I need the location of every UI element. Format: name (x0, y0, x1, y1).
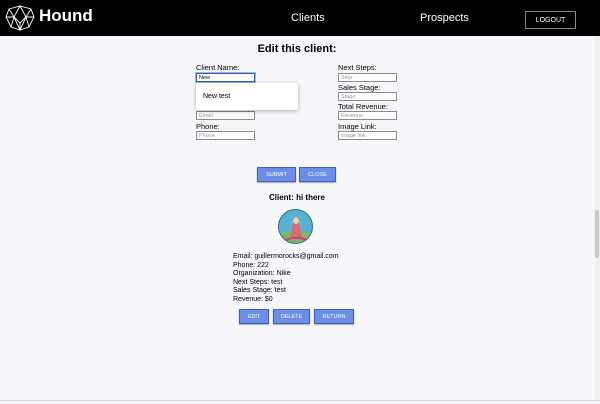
next-steps-label: Next Steps: (338, 63, 377, 72)
email-input[interactable] (196, 111, 255, 120)
client-email: Email: guillermorocks@gmail.com (233, 253, 339, 260)
client-revenue: Revenue: $0 (233, 295, 273, 303)
nav-clients-link[interactable]: Clients (291, 12, 325, 24)
autocomplete-dropdown: New test (196, 83, 298, 110)
nav-prospects-link[interactable]: Prospects (420, 12, 469, 24)
bottom-divider (0, 400, 600, 401)
edit-form-title: Edit this client: (257, 43, 337, 55)
phone-input[interactable] (196, 131, 255, 140)
return-button[interactable]: RETURN (314, 309, 354, 324)
client-title: Client: hi there (268, 193, 325, 202)
scrollbar-thumb[interactable] (595, 210, 599, 258)
top-navbar: Hound Clients Prospects LOGOUT (0, 0, 600, 36)
client-sales-stage: Sales Stage: test (233, 287, 286, 295)
client-name-input[interactable] (196, 73, 255, 82)
avatar-illustration-icon (279, 210, 312, 243)
brand-name[interactable]: Hound (39, 6, 93, 26)
phone-label: Phone: (196, 122, 220, 131)
client-details: Email: guillermorocks@gmail.com Phone: 2… (233, 253, 339, 305)
next-steps-input[interactable] (338, 73, 397, 82)
client-next-steps: Next Steps: test (233, 278, 283, 286)
submit-button[interactable]: SUBMIT (257, 167, 296, 182)
client-name-label: Client Name: (196, 63, 240, 72)
delete-button[interactable]: DELETE (273, 309, 310, 324)
total-revenue-input[interactable] (338, 111, 397, 120)
close-button[interactable]: CLOSE (299, 167, 336, 182)
client-organization: Organization: Nike (233, 270, 291, 278)
edit-button[interactable]: EDIT (239, 309, 269, 324)
image-link-label: Image Link: (338, 122, 377, 131)
total-revenue-label: Total Revenue: (338, 102, 389, 111)
hound-logo-icon[interactable] (5, 5, 35, 31)
autocomplete-option[interactable]: New test (203, 93, 230, 100)
sales-stage-input[interactable] (338, 92, 397, 101)
client-avatar (278, 209, 313, 244)
image-link-input[interactable] (338, 131, 397, 140)
logout-button[interactable]: LOGOUT (525, 11, 576, 29)
client-phone: Phone: 222 (233, 261, 269, 269)
sales-stage-label: Sales Stage: (338, 83, 381, 92)
